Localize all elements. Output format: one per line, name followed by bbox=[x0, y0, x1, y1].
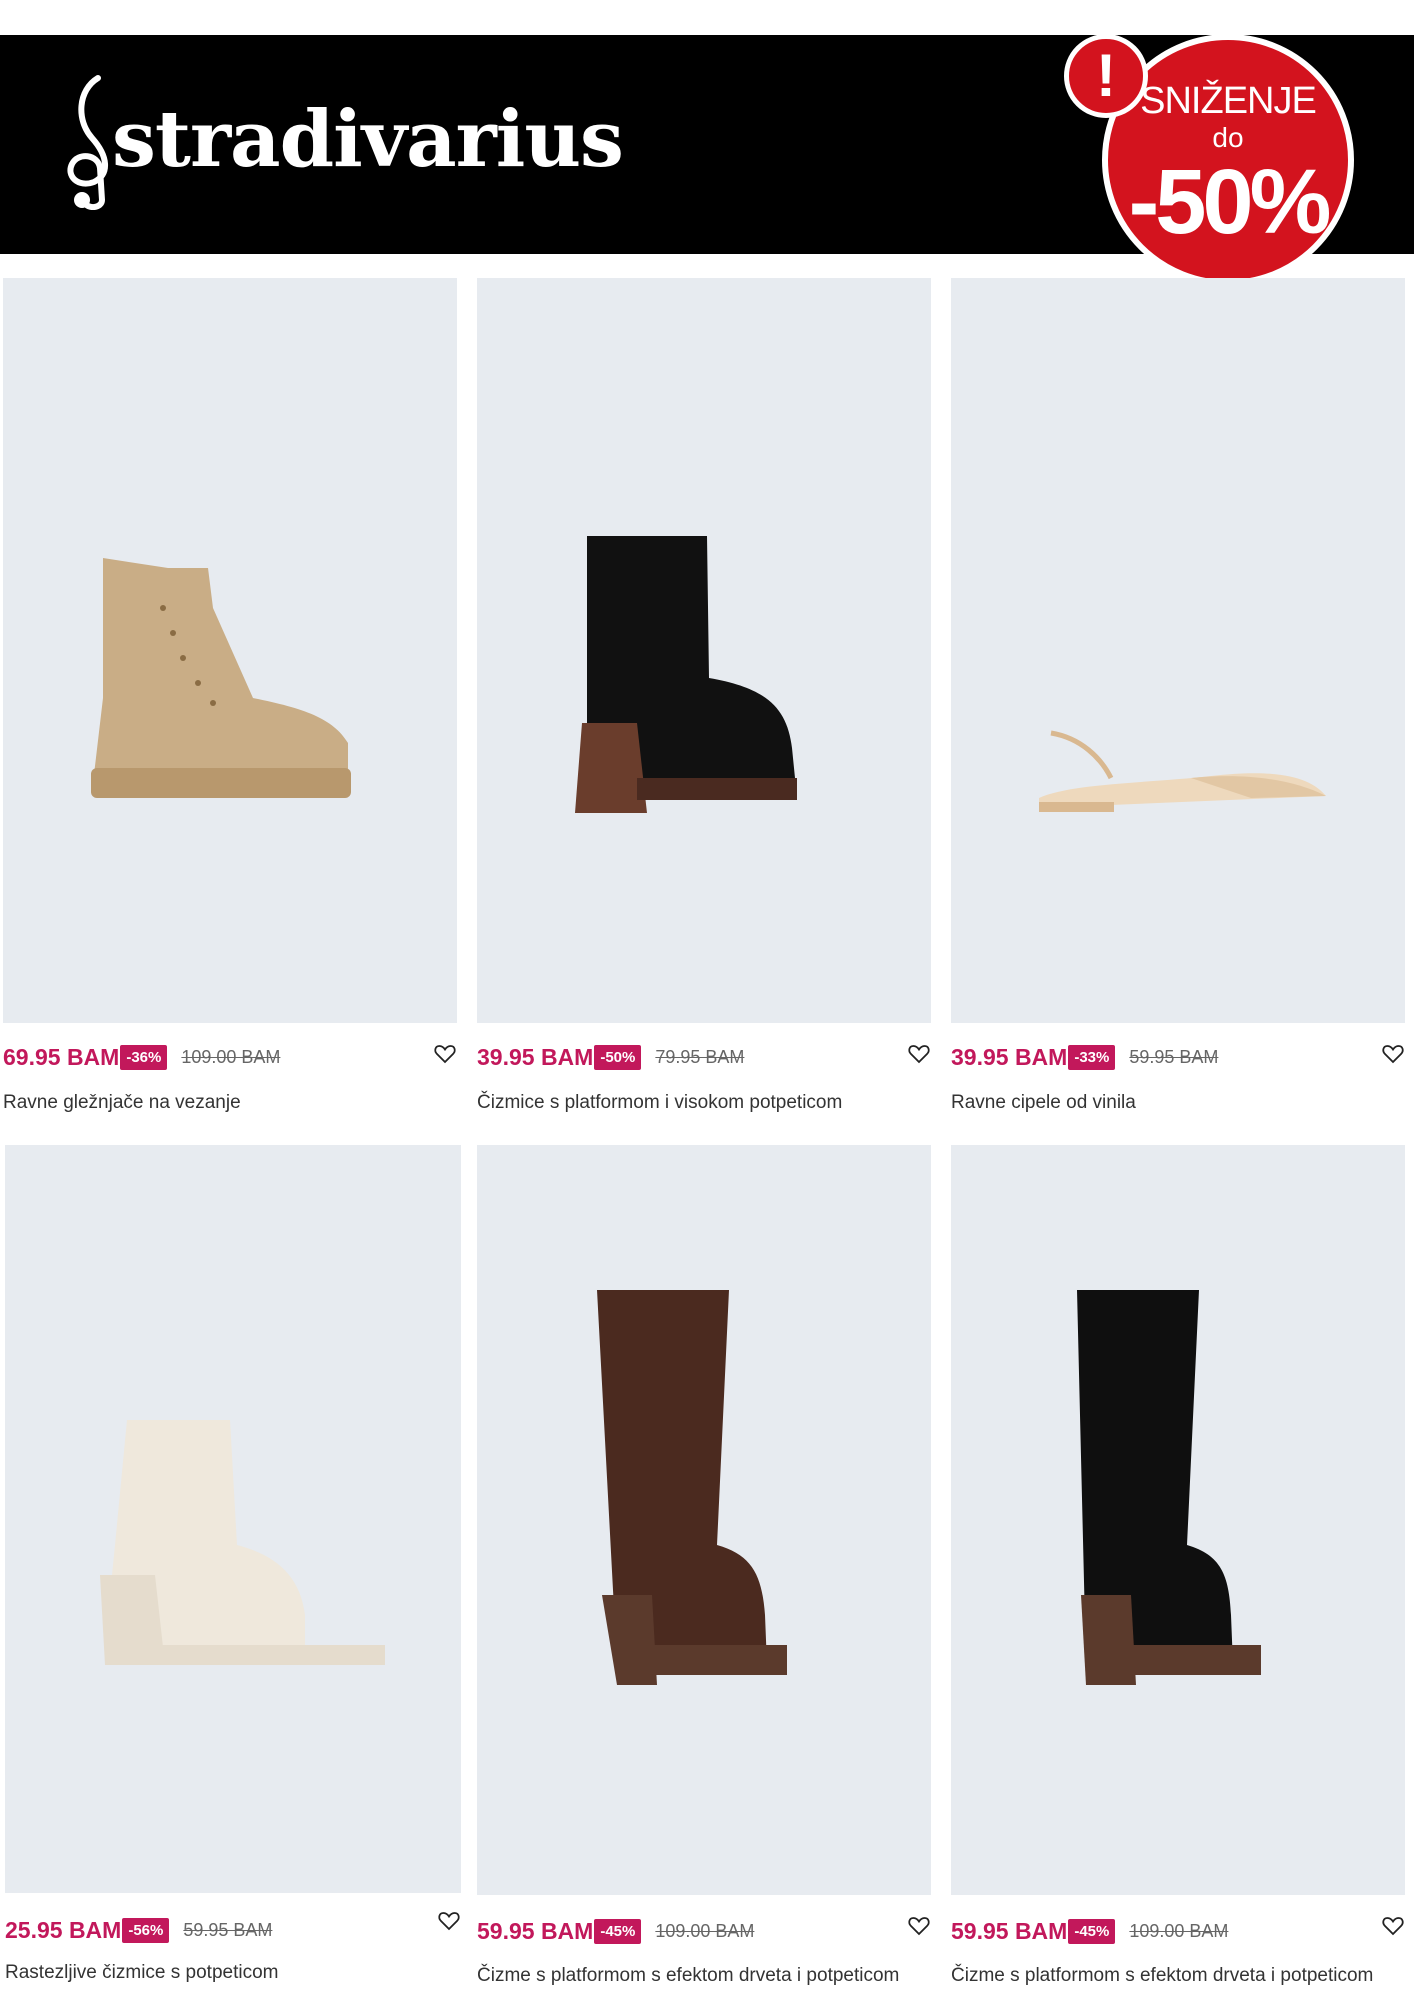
brown-knee-boot-image bbox=[597, 1290, 787, 1685]
discount-badge: -33% bbox=[1068, 1044, 1116, 1070]
current-price: 59.95 BAM bbox=[477, 1917, 594, 1944]
old-price: 79.95 BAM bbox=[655, 1046, 745, 1067]
product-card[interactable]: 39.95 BAM -50% 79.95 BAM Čizmice s platf… bbox=[477, 278, 931, 1128]
heart-icon[interactable] bbox=[433, 1042, 457, 1066]
old-price: 109.00 BAM bbox=[1129, 1920, 1229, 1941]
brand-logo[interactable]: stradivarius bbox=[58, 70, 624, 210]
product-image[interactable] bbox=[5, 1145, 461, 1893]
product-card[interactable]: 59.95 BAM -45% 109.00 BAM Čizme s platfo… bbox=[951, 1145, 1405, 1995]
price-row: 59.95 BAM -45% 109.00 BAM bbox=[951, 1916, 1405, 1946]
product-name[interactable]: Ravne gležnjače na vezanje bbox=[3, 1092, 457, 1114]
product-name[interactable]: Čizme s platformom s efektom drveta i po… bbox=[951, 1965, 1405, 1987]
black-knee-boot-image bbox=[1077, 1290, 1261, 1685]
current-price: 39.95 BAM bbox=[477, 1043, 594, 1070]
brand-name: stradivarius bbox=[112, 94, 624, 185]
product-card[interactable]: 25.95 BAM -56% 59.95 BAM Rastezljive čiz… bbox=[5, 1145, 461, 1995]
product-image[interactable] bbox=[477, 1145, 931, 1895]
promo-title: SNIŽENJE bbox=[1140, 80, 1317, 122]
product-name[interactable]: Rastezljive čizmice s potpeticom bbox=[5, 1962, 461, 1984]
product-image[interactable] bbox=[3, 278, 457, 1023]
old-price: 109.00 BAM bbox=[181, 1046, 281, 1067]
product-card[interactable]: 59.95 BAM -45% 109.00 BAM Čizme s platfo… bbox=[477, 1145, 931, 1995]
product-name[interactable]: Čizme s platformom s efektom drveta i po… bbox=[477, 1965, 931, 1987]
vinyl-flat-shoe-image bbox=[1039, 730, 1326, 812]
discount-badge: -45% bbox=[1068, 1918, 1116, 1944]
product-name[interactable]: Čizmice s platformom i visokom potpetico… bbox=[477, 1092, 931, 1114]
product-image[interactable] bbox=[477, 278, 931, 1023]
stretch-ankle-boot-image bbox=[100, 1420, 385, 1665]
current-price: 59.95 BAM bbox=[951, 1917, 1068, 1944]
heart-icon[interactable] bbox=[907, 1914, 931, 1938]
heart-icon[interactable] bbox=[1381, 1042, 1405, 1066]
price-row: 39.95 BAM -33% 59.95 BAM bbox=[951, 1042, 1405, 1072]
patent-ankle-boot-image bbox=[575, 536, 797, 813]
discount-badge: -50% bbox=[594, 1044, 642, 1070]
price-row: 69.95 BAM -36% 109.00 BAM bbox=[3, 1042, 457, 1072]
price-row: 25.95 BAM -56% 59.95 BAM bbox=[5, 1915, 461, 1945]
product-image[interactable] bbox=[951, 278, 1405, 1023]
price-row: 39.95 BAM -50% 79.95 BAM bbox=[477, 1042, 931, 1072]
old-price: 59.95 BAM bbox=[1129, 1046, 1219, 1067]
discount-badge: -45% bbox=[594, 1918, 642, 1944]
current-price: 69.95 BAM bbox=[3, 1043, 120, 1070]
discount-badge: -36% bbox=[120, 1044, 168, 1070]
sale-promo-badge[interactable]: ! SNIŽENJE do -50% bbox=[1064, 34, 1366, 298]
heart-icon[interactable] bbox=[437, 1909, 461, 1933]
product-name[interactable]: Ravne cipele od vinila bbox=[951, 1092, 1405, 1114]
heart-icon[interactable] bbox=[1381, 1914, 1405, 1938]
old-price: 109.00 BAM bbox=[655, 1920, 755, 1941]
old-price: 59.95 BAM bbox=[183, 1919, 273, 1940]
price-row: 59.95 BAM -45% 109.00 BAM bbox=[477, 1916, 931, 1946]
product-image[interactable] bbox=[951, 1145, 1405, 1895]
lace-up-boot-image bbox=[91, 558, 351, 798]
current-price: 25.95 BAM bbox=[5, 1916, 122, 1943]
product-card[interactable]: 69.95 BAM -36% 109.00 BAM Ravne gležnjač… bbox=[3, 278, 457, 1128]
product-card[interactable]: 39.95 BAM -33% 59.95 BAM Ravne cipele od… bbox=[951, 278, 1405, 1128]
discount-badge: -56% bbox=[122, 1917, 170, 1943]
promo-percent: -50% bbox=[1128, 151, 1332, 253]
current-price: 39.95 BAM bbox=[951, 1043, 1068, 1070]
heart-icon[interactable] bbox=[907, 1042, 931, 1066]
